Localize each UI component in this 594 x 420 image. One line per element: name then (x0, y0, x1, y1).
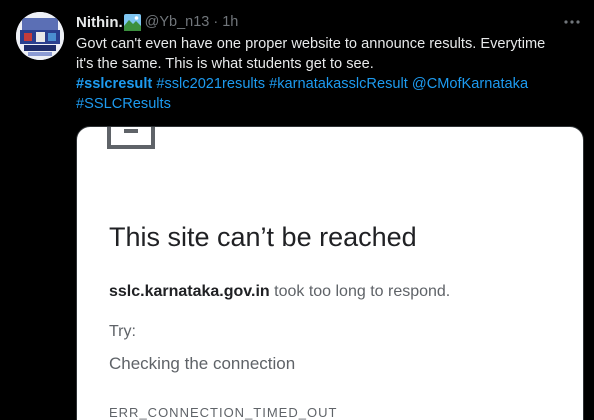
hashtag-link[interactable]: #sslc2021results (156, 76, 265, 92)
try-label: Try: (109, 323, 136, 340)
hashtag-link[interactable]: #sslcresult (76, 76, 152, 92)
more-options-icon[interactable] (562, 12, 582, 32)
tweet-header: Nithin. @Yb_n13 · 1h (76, 12, 238, 32)
error-title: This site can’t be reached (109, 222, 417, 252)
tweet-text-line-1: Govt can't even have one proper website … (76, 36, 546, 52)
suggestion-item: Checking the connection (109, 354, 296, 373)
hashtag-link[interactable]: #SSLCResults (76, 96, 171, 112)
author-name[interactable]: Nithin. (76, 14, 123, 31)
error-description-text: took too long to respond. (274, 283, 451, 300)
tweet-text-line-2: it's the same. This is what students get… (76, 56, 374, 72)
error-description: sslc.karnataka.gov.in took too long to r… (109, 283, 450, 301)
tweet: Nithin. @Yb_n13 · 1h Govt can't even hav… (0, 0, 594, 420)
separator-dot: · (213, 14, 219, 30)
broken-page-icon (107, 127, 155, 149)
tweet-tags-line: #sslcresult #sslc2021results #karnatakas… (76, 74, 576, 94)
mention-link[interactable]: @CMofKarnataka (412, 76, 528, 92)
tweet-tags-line-2: #SSLCResults (76, 94, 576, 114)
error-host: sslc.karnataka.gov.in (109, 283, 270, 300)
error-code: ERR_CONNECTION_TIMED_OUT (109, 405, 338, 420)
hashtag-link[interactable]: #karnatakasslcResult (269, 76, 408, 92)
timestamp[interactable]: 1h (222, 14, 238, 30)
tweet-text: Govt can't even have one proper website … (76, 34, 576, 114)
author-handle[interactable]: @Yb_n13 (145, 14, 210, 30)
tweet-media-image[interactable]: This site can’t be reached sslc.karnatak… (76, 126, 584, 420)
emoji-landscape-icon (123, 13, 141, 31)
avatar[interactable] (16, 12, 64, 60)
